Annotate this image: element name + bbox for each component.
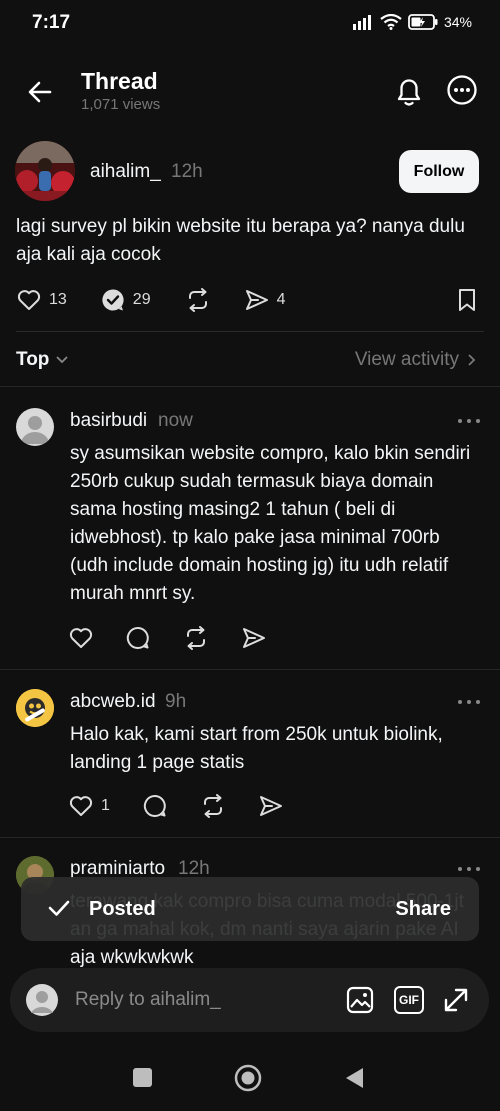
gif-button[interactable]: GIF [394, 986, 424, 1014]
sort-label: Top [16, 349, 50, 370]
repost-button[interactable] [185, 288, 211, 312]
reply-text: sy asumsikan website compro, kalo bkin s… [70, 443, 471, 604]
chevron-down-icon [56, 356, 69, 364]
notification-button[interactable] [393, 74, 425, 108]
op-timestamp: 12h [171, 161, 203, 182]
bell-icon [397, 79, 421, 106]
avatar-image [15, 141, 75, 201]
wifi-icon [380, 14, 402, 30]
reply-text: Halo kak, kami start from 250k untuk bio… [70, 724, 443, 773]
reply-count: 29 [132, 291, 151, 308]
reply-button[interactable] [126, 626, 150, 650]
reply-check-icon [102, 289, 124, 311]
reply-composer[interactable]: Reply to aihalim_ GIF [10, 968, 489, 1032]
heart-icon [69, 796, 93, 816]
share-button[interactable] [242, 627, 266, 649]
avatar[interactable] [16, 408, 54, 446]
share-button[interactable] [259, 795, 283, 817]
repost-icon [188, 288, 207, 312]
reply-actions: 1 [69, 794, 283, 818]
bookmark-button[interactable] [455, 288, 479, 312]
reply-button[interactable] [143, 794, 167, 818]
divider [0, 837, 500, 838]
reply-actions [69, 626, 266, 650]
divider [0, 669, 500, 670]
divider [0, 386, 500, 387]
reply-username[interactable]: abcweb.id [70, 691, 156, 713]
like-button[interactable]: 13 [17, 289, 67, 311]
default-avatar-icon [21, 416, 49, 444]
toast-label: Posted [89, 898, 156, 920]
more-button[interactable] [457, 697, 481, 707]
more-horizontal-icon [458, 419, 480, 423]
like-button[interactable] [69, 627, 93, 649]
image-icon[interactable] [346, 986, 374, 1014]
send-icon [259, 796, 282, 816]
view-count: 1,071 views [81, 96, 161, 113]
gif-label: GIF [399, 993, 419, 1007]
recents-button[interactable] [133, 1068, 152, 1087]
status-time: 7:17 [32, 12, 71, 33]
user-avatar-icon [26, 984, 58, 1016]
heart-icon [17, 290, 41, 310]
more-horizontal-icon [458, 867, 480, 871]
status-icons: 34% [352, 14, 472, 30]
more-button[interactable] [457, 416, 481, 426]
view-activity-link[interactable]: View activity [355, 349, 476, 371]
like-button[interactable]: 1 [69, 795, 110, 817]
arrow-left-icon [28, 81, 52, 103]
avatar[interactable] [16, 689, 54, 727]
back-button[interactable] [24, 76, 56, 108]
op-username[interactable]: aihalim_ [90, 161, 161, 183]
comment-icon [126, 626, 149, 649]
reply-input[interactable]: Reply to aihalim_ [75, 989, 221, 1011]
avatar[interactable] [15, 141, 75, 201]
repost-icon [187, 626, 205, 650]
expand-icon[interactable] [442, 986, 470, 1014]
system-back-button[interactable] [343, 1066, 365, 1090]
reply-button[interactable]: 29 [101, 288, 151, 312]
divider [16, 331, 484, 332]
more-circle-icon [447, 75, 477, 105]
share-count: 4 [276, 291, 286, 308]
home-button[interactable] [234, 1064, 262, 1092]
repost-icon [203, 794, 222, 818]
chevron-right-icon [468, 354, 476, 366]
posted-toast: Posted Share [21, 877, 479, 941]
repost-button[interactable] [200, 794, 226, 818]
more-options-button[interactable] [446, 74, 478, 106]
reply-username[interactable]: basirbudi [70, 410, 147, 432]
checkmark-icon [48, 900, 70, 916]
like-count: 13 [49, 291, 67, 308]
reply-timestamp: now [158, 410, 193, 431]
more-horizontal-icon [458, 700, 480, 704]
sort-dropdown[interactable]: Top [16, 349, 69, 371]
battery-percent: 34% [443, 14, 472, 30]
more-button[interactable] [457, 864, 481, 874]
toast-share-button[interactable]: Share [395, 898, 451, 921]
bookmark-icon [459, 289, 475, 311]
triangle-back-icon [346, 1068, 363, 1088]
like-count: 1 [101, 797, 110, 814]
repost-button[interactable] [183, 626, 209, 650]
share-button[interactable]: 4 [245, 289, 286, 311]
follow-button[interactable]: Follow [399, 150, 479, 193]
page-title: Thread [81, 68, 158, 94]
signal-icon [352, 15, 371, 30]
heart-icon [69, 628, 93, 648]
reply-timestamp: 9h [165, 691, 187, 712]
op-actions: 13 29 4 [17, 288, 286, 312]
send-icon [245, 290, 268, 310]
abcweb-logo-icon [16, 689, 54, 727]
battery-charging-icon [408, 14, 438, 30]
op-text: lagi survey pl bikin website itu berapa … [16, 216, 465, 265]
comment-icon [143, 794, 166, 817]
home-circle-icon [234, 1064, 262, 1092]
view-activity-label: View activity [354, 349, 459, 370]
send-icon [243, 628, 265, 648]
